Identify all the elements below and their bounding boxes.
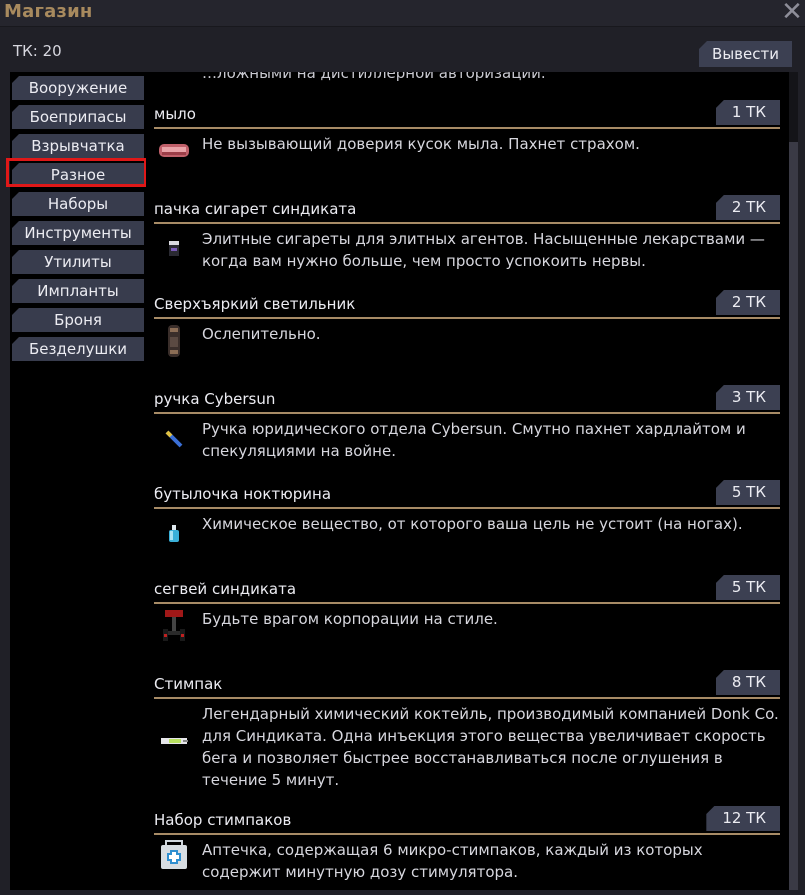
- buy-button[interactable]: 5 ТК: [715, 575, 780, 600]
- stimpack-icon: [156, 725, 192, 757]
- item-description: Ослепительно.: [202, 325, 321, 343]
- category-weapons[interactable]: Вооружение: [12, 76, 144, 100]
- category-utilities[interactable]: Утилиты: [12, 250, 144, 274]
- item-name: пачка сигарет синдиката: [154, 200, 357, 218]
- item-description: Будьте врагом корпорации на стиле.: [202, 610, 498, 628]
- item-description: Не вызывающий доверия кусок мыла. Пахнет…: [202, 135, 640, 153]
- withdraw-button[interactable]: Вывести: [699, 41, 792, 67]
- divider: [154, 507, 780, 509]
- cigarette-pack-icon: [156, 234, 192, 266]
- item-name: сегвей синдиката: [154, 580, 297, 598]
- buy-button[interactable]: 2 ТК: [715, 195, 780, 220]
- category-ammo[interactable]: Боеприпасы: [12, 105, 144, 129]
- item-description: Химическое вещество, от которого ваша це…: [202, 515, 743, 533]
- divider: [154, 833, 780, 835]
- category-tools[interactable]: Инструменты: [12, 221, 144, 245]
- category-armor[interactable]: Броня: [12, 308, 144, 332]
- bottle-icon: [156, 519, 192, 551]
- buy-button[interactable]: 1 ТК: [715, 100, 780, 125]
- divider: [154, 222, 780, 224]
- item-description: Элитные сигареты для элитных агентов. На…: [202, 230, 765, 270]
- item-description: Легендарный химический коктейль, произво…: [202, 705, 779, 789]
- buy-button[interactable]: 5 ТК: [715, 480, 780, 505]
- flashlight-icon: [156, 323, 192, 357]
- item-list: …ложными на дистиллерной авторизации. мы…: [146, 72, 789, 890]
- window-titlebar: Магазин ✕: [0, 0, 805, 27]
- buy-button[interactable]: 8 ТК: [715, 670, 780, 695]
- category-trinkets[interactable]: Безделушки: [12, 337, 144, 361]
- divider: [154, 602, 780, 604]
- item-description: Аптечка, содержащая 6 микро-стимпаков, к…: [202, 841, 703, 881]
- item-name: Сверхъяркий светильник: [154, 295, 356, 313]
- category-implants[interactable]: Импланты: [12, 279, 144, 303]
- divider: [154, 317, 780, 319]
- pen-icon: [156, 423, 192, 455]
- item-name: Набор стимпаков: [154, 811, 292, 829]
- soap-icon: [156, 135, 192, 167]
- scrollbar-thumb[interactable]: [789, 142, 798, 890]
- buy-button[interactable]: 2 ТК: [715, 290, 780, 315]
- close-icon[interactable]: ✕: [781, 0, 803, 27]
- balance-label: ТК: 20: [13, 42, 62, 60]
- item-name: ручка Cybersun: [154, 390, 276, 408]
- item-name: бутылочка ноктюрина: [154, 485, 332, 503]
- medkit-icon: [156, 837, 192, 869]
- truncated-text: …ложными на дистиллерной авторизации.: [202, 72, 546, 82]
- buy-button[interactable]: 12 ТК: [706, 806, 780, 831]
- segway-icon: [156, 608, 192, 641]
- buy-button[interactable]: 3 ТК: [715, 385, 780, 410]
- divider: [154, 127, 780, 129]
- divider: [154, 697, 780, 699]
- window-title: Магазин: [4, 1, 93, 22]
- category-sidebar: Вооружение Боеприпасы Взрывчатка Разное …: [10, 72, 146, 890]
- category-explosives[interactable]: Взрывчатка: [12, 134, 144, 158]
- item-description: Ручка юридического отдела Cybersun. Смут…: [202, 420, 746, 460]
- divider: [154, 412, 780, 414]
- category-misc[interactable]: Разное: [12, 163, 144, 187]
- item-name: Стимпак: [154, 675, 223, 693]
- category-kits[interactable]: Наборы: [12, 192, 144, 216]
- item-name: мыло: [154, 105, 196, 123]
